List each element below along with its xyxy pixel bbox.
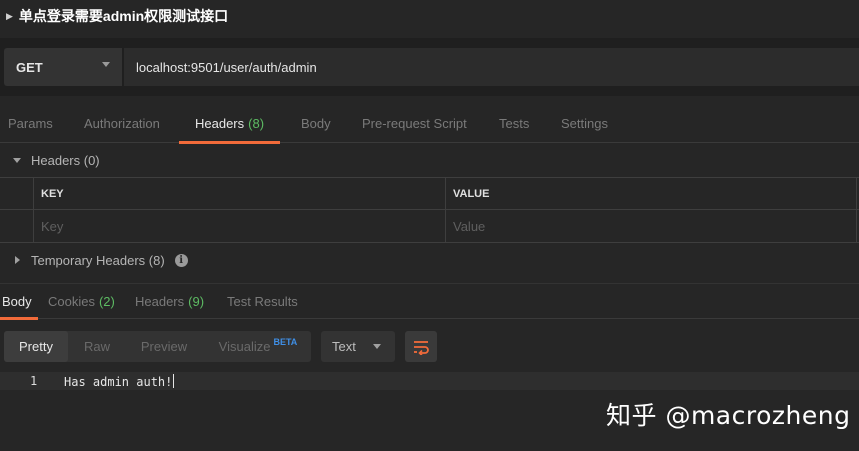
code-line: 1 Has admin auth! xyxy=(0,372,859,390)
line-content: Has admin auth! xyxy=(64,374,175,389)
format-select[interactable]: Text xyxy=(321,331,395,362)
chevron-down-icon xyxy=(373,344,381,349)
tab-label: Headers xyxy=(195,116,245,131)
watermark: 知乎 @macrozheng xyxy=(606,401,851,430)
info-icon[interactable]: i xyxy=(174,253,188,267)
response-text: Has admin auth! xyxy=(64,375,173,389)
tab-count: (9) xyxy=(188,293,205,309)
tab-body[interactable]: Body xyxy=(301,105,331,143)
tab-label: Body xyxy=(301,116,331,131)
tab-params[interactable]: Params xyxy=(8,105,53,143)
request-name[interactable]: 单点登录需要admin权限测试接口 xyxy=(19,6,228,26)
wrap-lines-button[interactable] xyxy=(405,331,437,362)
chevron-down-icon xyxy=(102,62,110,67)
headers-section-title: Headers (0) xyxy=(31,152,100,168)
value-column-header: VALUE xyxy=(453,188,490,200)
temporary-headers-title: Temporary Headers (8) xyxy=(31,252,165,268)
response-tabs: Body Cookies (2) Headers (9) Test Result… xyxy=(0,283,859,320)
tab-label: Pre-request Script xyxy=(362,116,467,131)
request-tabs: Params Authorization Headers (8) Body Pr… xyxy=(0,105,859,144)
visualize-button[interactable]: Visualize BETA xyxy=(212,331,304,362)
method-label: GET xyxy=(16,59,43,75)
request-title-bar: ▶ 单点登录需要admin权限测试接口 xyxy=(0,0,859,32)
tab-count: (2) xyxy=(98,293,115,309)
tab-pre-request-script[interactable]: Pre-request Script xyxy=(362,105,467,143)
wrap-lines-icon xyxy=(414,340,429,355)
format-select-label: Text xyxy=(332,339,356,354)
headers-section-toggle[interactable]: Headers (0) xyxy=(0,148,859,172)
tab-response-body[interactable]: Body xyxy=(0,283,38,320)
temporary-headers-toggle[interactable]: Temporary Headers (8) i xyxy=(0,248,859,272)
tab-settings[interactable]: Settings xyxy=(561,105,608,143)
collapsed-caret-icon xyxy=(15,256,20,264)
preview-button[interactable]: Preview xyxy=(132,331,196,362)
raw-button[interactable]: Raw xyxy=(74,331,120,362)
tab-test-results[interactable]: Test Results xyxy=(227,283,298,319)
url-input[interactable]: localhost:9501/user/auth/admin xyxy=(124,48,859,86)
expanded-caret-icon xyxy=(13,157,21,163)
tab-label: Settings xyxy=(561,116,608,131)
tab-label: Tests xyxy=(499,116,530,131)
tab-label: Cookies xyxy=(48,293,95,309)
url-row: GET localhost:9501/user/auth/admin xyxy=(0,38,859,96)
table-row: Key Value xyxy=(0,210,859,242)
tab-response-headers[interactable]: Headers (9) xyxy=(135,283,204,319)
key-input[interactable]: Key xyxy=(33,210,445,242)
visualize-label: Visualize xyxy=(218,339,271,354)
collapse-caret-icon[interactable]: ▶ xyxy=(6,11,13,22)
tab-cookies[interactable]: Cookies (2) xyxy=(48,283,115,319)
tab-label: Test Results xyxy=(227,293,298,309)
method-select[interactable]: GET xyxy=(4,48,122,86)
tab-count: (8) xyxy=(248,116,265,131)
text-cursor xyxy=(173,374,175,388)
pretty-button[interactable]: Pretty xyxy=(4,331,68,362)
view-mode-group: Pretty Raw Preview Visualize BETA xyxy=(4,331,311,362)
tab-label: Params xyxy=(8,116,53,131)
tab-authorization[interactable]: Authorization xyxy=(84,105,160,143)
tab-headers[interactable]: Headers (8) xyxy=(178,105,281,144)
url-text: localhost:9501/user/auth/admin xyxy=(136,59,317,75)
tab-label: Body xyxy=(2,293,32,309)
key-column-header: KEY xyxy=(41,188,64,200)
beta-badge: BETA xyxy=(273,336,298,347)
value-input[interactable]: Value xyxy=(445,210,856,242)
tab-label: Authorization xyxy=(84,116,160,131)
table-header-row: KEY VALUE xyxy=(0,178,859,210)
tab-label: Headers xyxy=(135,293,185,309)
tab-tests[interactable]: Tests xyxy=(499,105,529,143)
headers-table: KEY VALUE Key Value xyxy=(0,177,859,243)
line-number: 1 xyxy=(30,374,38,388)
